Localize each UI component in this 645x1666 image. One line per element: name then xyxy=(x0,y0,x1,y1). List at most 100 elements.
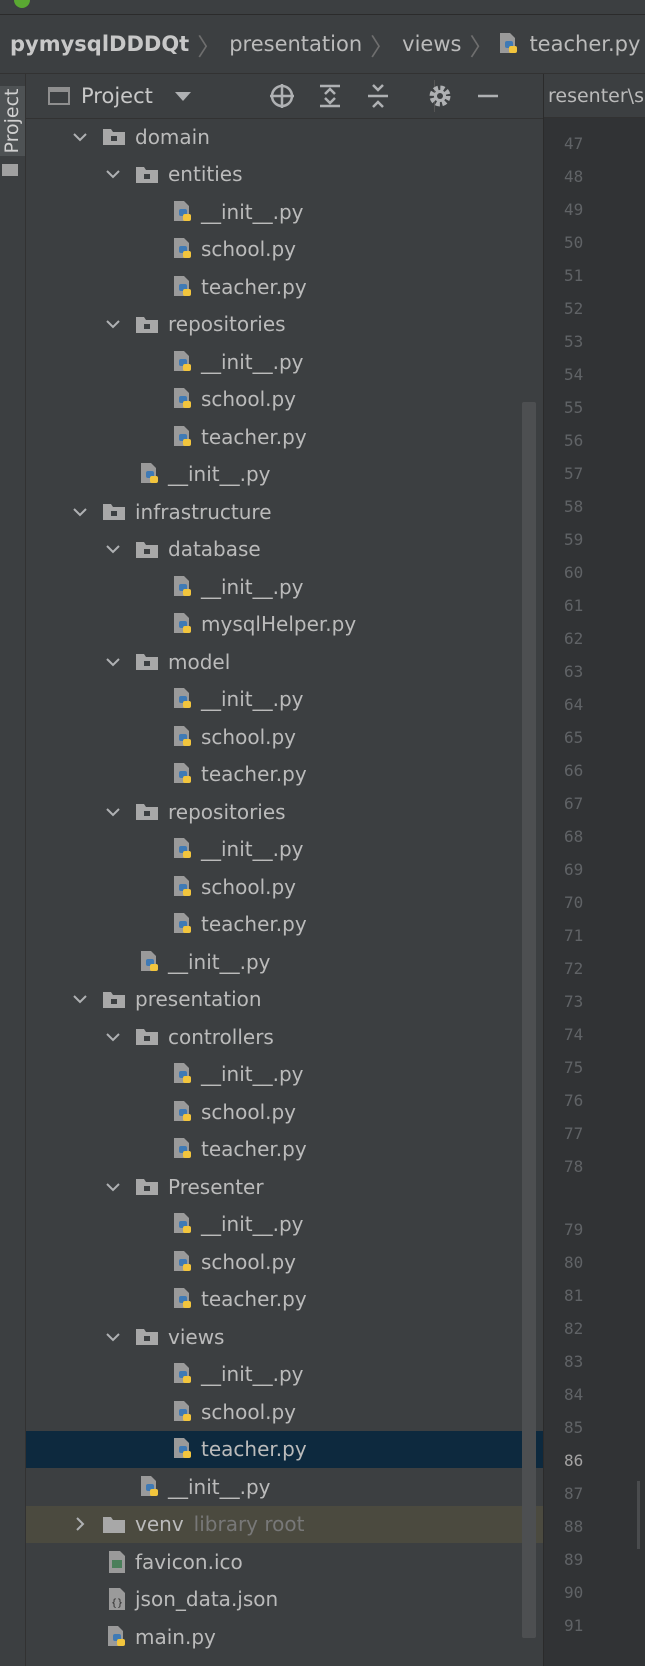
tree-item-init-py[interactable]: __init__.py xyxy=(26,943,543,981)
expand-all-icon[interactable] xyxy=(314,80,346,112)
image-file-icon xyxy=(109,1550,125,1573)
chevron-down-icon[interactable] xyxy=(105,1029,121,1045)
tree-item-repositories[interactable]: repositories xyxy=(26,793,543,831)
folder-icon xyxy=(136,804,158,821)
minimize-icon[interactable] xyxy=(472,80,504,112)
tree-item-teacher-py[interactable]: teacher.py xyxy=(26,1131,543,1169)
tree-item-presenter[interactable]: Presenter xyxy=(26,1168,543,1206)
line-number: 70 xyxy=(564,893,584,912)
tree-item-teacher-py[interactable]: teacher.py xyxy=(26,268,543,306)
python-file-icon xyxy=(174,913,191,934)
tree-item-views[interactable]: views xyxy=(26,1318,543,1356)
breadcrumb-views[interactable]: views xyxy=(398,32,465,56)
tree-item-label: database xyxy=(168,537,261,562)
breadcrumb-file[interactable]: teacher.py xyxy=(525,32,644,56)
collapse-all-icon[interactable] xyxy=(362,80,394,112)
line-number: 75 xyxy=(564,1058,584,1077)
tree-item-school-py[interactable]: school.py xyxy=(26,1093,543,1131)
project-view-selector[interactable]: Project xyxy=(48,74,191,118)
tree-item-teacher-py[interactable]: teacher.py xyxy=(26,418,543,456)
tree-item-controllers[interactable]: controllers xyxy=(26,1018,543,1056)
tree-item-init-py[interactable]: __init__.py xyxy=(26,193,543,231)
tree-item-label: __init__.py xyxy=(201,1062,304,1087)
line-number: 84 xyxy=(564,1385,584,1404)
tree-item-label: favicon.ico xyxy=(135,1549,243,1574)
tree-item-init-py[interactable]: __init__.py xyxy=(26,1468,543,1506)
chevron-down-icon[interactable] xyxy=(72,129,88,145)
tree-item-init-py[interactable]: __init__.py xyxy=(26,456,543,494)
line-number: 79 xyxy=(564,1220,584,1239)
chevron-down-icon[interactable] xyxy=(105,316,121,332)
tree-item-init-py[interactable]: __init__.py xyxy=(26,681,543,719)
line-number: 51 xyxy=(564,266,584,285)
tree-item-teacher-py[interactable]: teacher.py xyxy=(26,1430,543,1468)
tree-item-label: __init__.py xyxy=(201,574,304,599)
chevron-right-icon[interactable] xyxy=(72,1516,88,1532)
tree-item-teacher-py[interactable]: teacher.py xyxy=(26,906,543,944)
json-file-icon: {} xyxy=(109,1588,125,1611)
tree-item-repositories[interactable]: repositories xyxy=(26,306,543,344)
tree-item-label-text: venv xyxy=(135,1512,184,1537)
chevron-down-icon[interactable] xyxy=(105,1329,121,1345)
tree-scrollbar[interactable] xyxy=(522,402,536,1638)
tree-item-mysqlhelper-py[interactable]: mysqlHelper.py xyxy=(26,606,543,644)
chevron-down-icon[interactable] xyxy=(105,804,121,820)
line-number: 73 xyxy=(564,992,584,1011)
tree-item-label: __init__.py xyxy=(201,837,304,862)
tree-item-label: repositories xyxy=(168,312,286,337)
line-number: 53 xyxy=(564,332,584,351)
tree-item-domain[interactable]: domain xyxy=(26,118,543,156)
python-file-icon xyxy=(174,1100,191,1121)
breadcrumb-separator-icon: 〉 xyxy=(469,32,494,61)
tree-item-init-py[interactable]: __init__.py xyxy=(26,1056,543,1094)
tree-item-label: infrastructure xyxy=(135,499,272,524)
tree-item-venv[interactable]: venv library root xyxy=(26,1505,543,1543)
project-window-icon xyxy=(48,87,70,105)
python-file-icon xyxy=(174,575,191,596)
app-logo-icon xyxy=(14,0,30,8)
line-number: 65 xyxy=(564,728,584,747)
chevron-down-icon[interactable] xyxy=(72,504,88,520)
tree-item-init-py[interactable]: __init__.py xyxy=(26,343,543,381)
chevron-down-icon[interactable] xyxy=(72,991,88,1007)
tree-item-school-py[interactable]: school.py xyxy=(26,1393,543,1431)
tree-item-init-py[interactable]: __init__.py xyxy=(26,568,543,606)
tree-item-label: domain xyxy=(135,124,210,149)
tree-item-school-py[interactable]: school.py xyxy=(26,1243,543,1281)
tree-item-favicon-ico[interactable]: favicon.ico xyxy=(26,1543,543,1581)
line-number: 57 xyxy=(564,464,584,483)
tree-item-json-data-json[interactable]: {} json_data.json xyxy=(26,1581,543,1619)
tree-item-init-py[interactable]: __init__.py xyxy=(26,1206,543,1244)
line-number: 66 xyxy=(564,761,584,780)
tree-item-teacher-py[interactable]: teacher.py xyxy=(26,1281,543,1319)
chevron-down-icon[interactable] xyxy=(105,541,121,557)
chevron-down-icon[interactable] xyxy=(105,166,121,182)
tree-item-school-py[interactable]: school.py xyxy=(26,381,543,419)
tree-item-school-py[interactable]: school.py xyxy=(26,868,543,906)
tree-item-init-py[interactable]: __init__.py xyxy=(26,1356,543,1394)
tree-item-model[interactable]: model xyxy=(26,643,543,681)
line-number: 50 xyxy=(564,233,584,252)
project-tool-tab[interactable]: Project xyxy=(0,86,25,156)
tree-item-label: entities xyxy=(168,162,243,187)
tree-item-teacher-py[interactable]: teacher.py xyxy=(26,756,543,794)
tree-item-init-py[interactable]: __init__.py xyxy=(26,831,543,869)
breadcrumb-presentation[interactable]: presentation xyxy=(225,32,366,56)
tree-item-entities[interactable]: entities xyxy=(26,156,543,194)
chevron-down-icon[interactable] xyxy=(105,654,121,670)
tree-item-presentation[interactable]: presentation xyxy=(26,981,543,1019)
tree-item-school-py[interactable]: school.py xyxy=(26,231,543,269)
tree-item-database[interactable]: database xyxy=(26,531,543,569)
tree-item-main-py[interactable]: main.py xyxy=(26,1618,543,1656)
python-file-icon xyxy=(174,1063,191,1084)
breadcrumb-project[interactable]: pymysqlDDDQt xyxy=(0,32,193,56)
chevron-down-icon[interactable] xyxy=(105,1179,121,1195)
locate-icon[interactable] xyxy=(266,80,298,112)
tree-item-school-py[interactable]: school.py xyxy=(26,718,543,756)
line-number: 71 xyxy=(564,926,584,945)
tree-item-label: presentation xyxy=(135,987,262,1012)
gear-icon[interactable] xyxy=(424,80,456,112)
editor-tab[interactable]: resenter\s xyxy=(544,74,645,118)
folder-icon xyxy=(103,1516,125,1533)
tree-item-infrastructure[interactable]: infrastructure xyxy=(26,493,543,531)
